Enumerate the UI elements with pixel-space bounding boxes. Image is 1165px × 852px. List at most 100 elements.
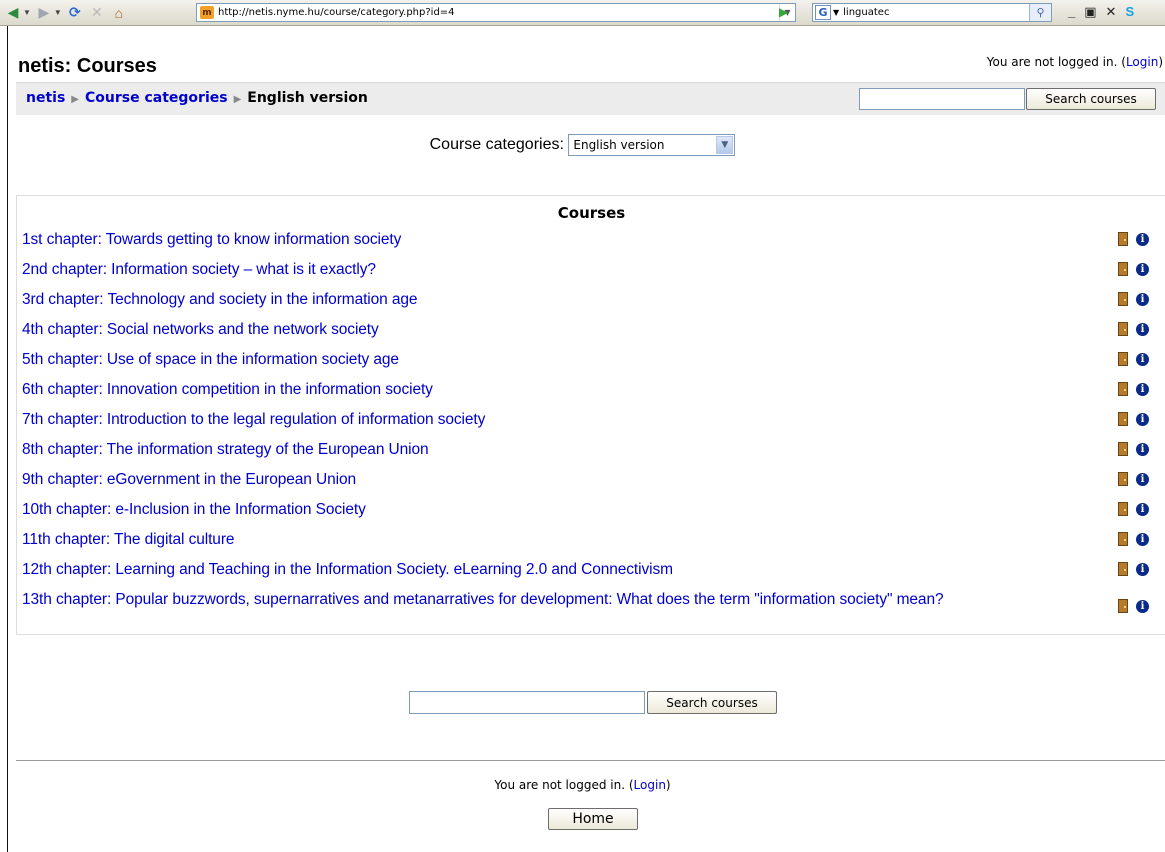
door-icon[interactable] bbox=[1118, 262, 1128, 276]
course-link[interactable]: 9th chapter: eGovernment in the European… bbox=[22, 471, 1092, 489]
door-icon[interactable] bbox=[1118, 562, 1128, 576]
breadcrumb-course-categories[interactable]: Course categories bbox=[85, 90, 228, 106]
info-icon[interactable]: i bbox=[1136, 292, 1149, 306]
home-button[interactable]: Home bbox=[548, 808, 638, 830]
course-link[interactable]: 3rd chapter: Technology and society in t… bbox=[22, 291, 1092, 309]
course-icons: i bbox=[1118, 442, 1149, 456]
stop-icon[interactable]: ✕ bbox=[88, 4, 106, 22]
door-icon[interactable] bbox=[1118, 412, 1128, 426]
course-link[interactable]: 4th chapter: Social networks and the net… bbox=[22, 321, 1092, 339]
course-icons: i bbox=[1118, 352, 1149, 366]
door-icon[interactable] bbox=[1118, 352, 1128, 366]
browser-toolbar: ◀ ▼ ▶ ▼ ⟳ ✕ ⌂ m http://netis.nyme.hu/cou… bbox=[0, 0, 1165, 26]
course-item: 11th chapter: The digital culture i bbox=[22, 531, 1162, 561]
course-item: 3rd chapter: Technology and society in t… bbox=[22, 291, 1162, 321]
course-link[interactable]: 10th chapter: e-Inclusion in the Informa… bbox=[22, 501, 1092, 519]
course-icons: i bbox=[1118, 562, 1149, 576]
course-item: 8th chapter: The information strategy of… bbox=[22, 441, 1162, 471]
skype-icon[interactable]: S bbox=[1125, 4, 1134, 20]
breadcrumb-separator-icon: ▶ bbox=[71, 94, 79, 105]
breadcrumb-netis[interactable]: netis bbox=[26, 90, 65, 106]
close-icon[interactable]: ✕ bbox=[1106, 4, 1117, 20]
course-item: 1st chapter: Towards getting to know inf… bbox=[22, 231, 1162, 261]
address-url[interactable]: http://netis.nyme.hu/course/category.php… bbox=[218, 7, 779, 18]
bottom-search: Search courses bbox=[409, 691, 777, 714]
course-link[interactable]: 8th chapter: The information strategy of… bbox=[22, 441, 1092, 459]
breadcrumb-current: English version bbox=[247, 90, 368, 106]
courses-box: Courses 1st chapter: Towards getting to … bbox=[16, 195, 1165, 635]
door-icon[interactable] bbox=[1118, 472, 1128, 486]
login-link[interactable]: Login bbox=[1126, 55, 1158, 69]
forward-dropdown-icon[interactable]: ▼ bbox=[54, 8, 62, 17]
course-item: 4th chapter: Social networks and the net… bbox=[22, 321, 1162, 351]
google-icon[interactable]: G bbox=[815, 5, 831, 20]
info-icon[interactable]: i bbox=[1136, 232, 1149, 246]
course-icons: i bbox=[1118, 412, 1149, 426]
magnifier-icon[interactable]: ⚲ bbox=[1029, 4, 1051, 21]
back-icon[interactable]: ◀ bbox=[4, 4, 22, 22]
info-icon[interactable]: i bbox=[1136, 562, 1149, 576]
info-icon[interactable]: i bbox=[1136, 322, 1149, 336]
bottom-search-button[interactable]: Search courses bbox=[647, 691, 777, 714]
navbar-search-button[interactable]: Search courses bbox=[1026, 88, 1156, 110]
info-icon[interactable]: i bbox=[1136, 382, 1149, 396]
moodle-favicon-icon: m bbox=[200, 6, 214, 19]
info-icon[interactable]: i bbox=[1136, 352, 1149, 366]
breadcrumb: netis ▶ Course categories ▶ English version bbox=[26, 90, 368, 106]
category-select[interactable]: English version ▼ bbox=[568, 134, 736, 156]
course-icons: i bbox=[1118, 292, 1149, 306]
course-link[interactable]: 13th chapter: Popular buzzwords, superna… bbox=[22, 591, 1092, 609]
footer-login-link[interactable]: Login bbox=[634, 778, 666, 792]
course-icons: i bbox=[1118, 232, 1149, 246]
google-search-box[interactable]: G ▼ linguatec ⚲ bbox=[812, 3, 1052, 22]
chevron-down-icon[interactable]: ▼ bbox=[716, 136, 734, 154]
course-link[interactable]: 2nd chapter: Information society – what … bbox=[22, 261, 1092, 279]
door-icon[interactable] bbox=[1118, 292, 1128, 306]
info-icon[interactable]: i bbox=[1136, 262, 1149, 276]
google-search-input[interactable]: linguatec bbox=[843, 7, 1029, 18]
course-link[interactable]: 1st chapter: Towards getting to know inf… bbox=[22, 231, 1092, 249]
footer-login-info: You are not logged in. (Login) bbox=[494, 778, 671, 792]
door-icon[interactable] bbox=[1118, 532, 1128, 546]
course-list: 1st chapter: Towards getting to know inf… bbox=[22, 231, 1162, 633]
course-item: 6th chapter: Innovation competition in t… bbox=[22, 381, 1162, 411]
course-icons: i bbox=[1118, 472, 1149, 486]
info-icon[interactable]: i bbox=[1136, 472, 1149, 486]
door-icon[interactable] bbox=[1118, 599, 1128, 613]
door-icon[interactable] bbox=[1118, 382, 1128, 396]
info-icon[interactable]: i bbox=[1136, 502, 1149, 516]
footer-divider bbox=[16, 760, 1165, 761]
footer-login-status: You are not logged in. bbox=[494, 778, 626, 792]
refresh-icon[interactable]: ⟳ bbox=[66, 4, 84, 22]
page-title: netis: Courses bbox=[18, 55, 157, 77]
navbar-search-input[interactable] bbox=[859, 88, 1025, 110]
course-link[interactable]: 5th chapter: Use of space in the informa… bbox=[22, 351, 1092, 369]
info-icon[interactable]: i bbox=[1136, 442, 1149, 456]
course-link[interactable]: 11th chapter: The digital culture bbox=[22, 531, 1092, 549]
info-icon[interactable]: i bbox=[1136, 599, 1149, 613]
door-icon[interactable] bbox=[1118, 502, 1128, 516]
home-icon[interactable]: ⌂ bbox=[110, 4, 128, 22]
door-icon[interactable] bbox=[1118, 232, 1128, 246]
minimize-icon[interactable]: _ bbox=[1068, 4, 1075, 20]
course-link[interactable]: 7th chapter: Introduction to the legal r… bbox=[22, 411, 1092, 429]
window-controls: _ ▣ ✕ S bbox=[1068, 4, 1134, 20]
google-dropdown-icon[interactable]: ▼ bbox=[833, 8, 839, 17]
back-dropdown-icon[interactable]: ▼ bbox=[23, 8, 31, 17]
course-link[interactable]: 12th chapter: Learning and Teaching in t… bbox=[22, 561, 1092, 579]
login-status-text: You are not logged in. bbox=[986, 55, 1118, 69]
info-icon[interactable]: i bbox=[1136, 412, 1149, 426]
restore-icon[interactable]: ▣ bbox=[1084, 4, 1096, 20]
forward-icon[interactable]: ▶ bbox=[35, 4, 53, 22]
door-icon[interactable] bbox=[1118, 442, 1128, 456]
course-icons: i bbox=[1118, 382, 1149, 396]
course-link[interactable]: 6th chapter: Innovation competition in t… bbox=[22, 381, 1092, 399]
category-selector-label: Course categories: bbox=[429, 136, 564, 153]
door-icon[interactable] bbox=[1118, 322, 1128, 336]
info-icon[interactable]: i bbox=[1136, 532, 1149, 546]
course-item: 5th chapter: Use of space in the informa… bbox=[22, 351, 1162, 381]
bottom-search-input[interactable] bbox=[409, 691, 645, 714]
address-bar[interactable]: m http://netis.nyme.hu/course/category.p… bbox=[196, 3, 796, 22]
go-icon[interactable]: ▶ bbox=[779, 5, 788, 19]
courses-heading: Courses bbox=[557, 204, 626, 222]
